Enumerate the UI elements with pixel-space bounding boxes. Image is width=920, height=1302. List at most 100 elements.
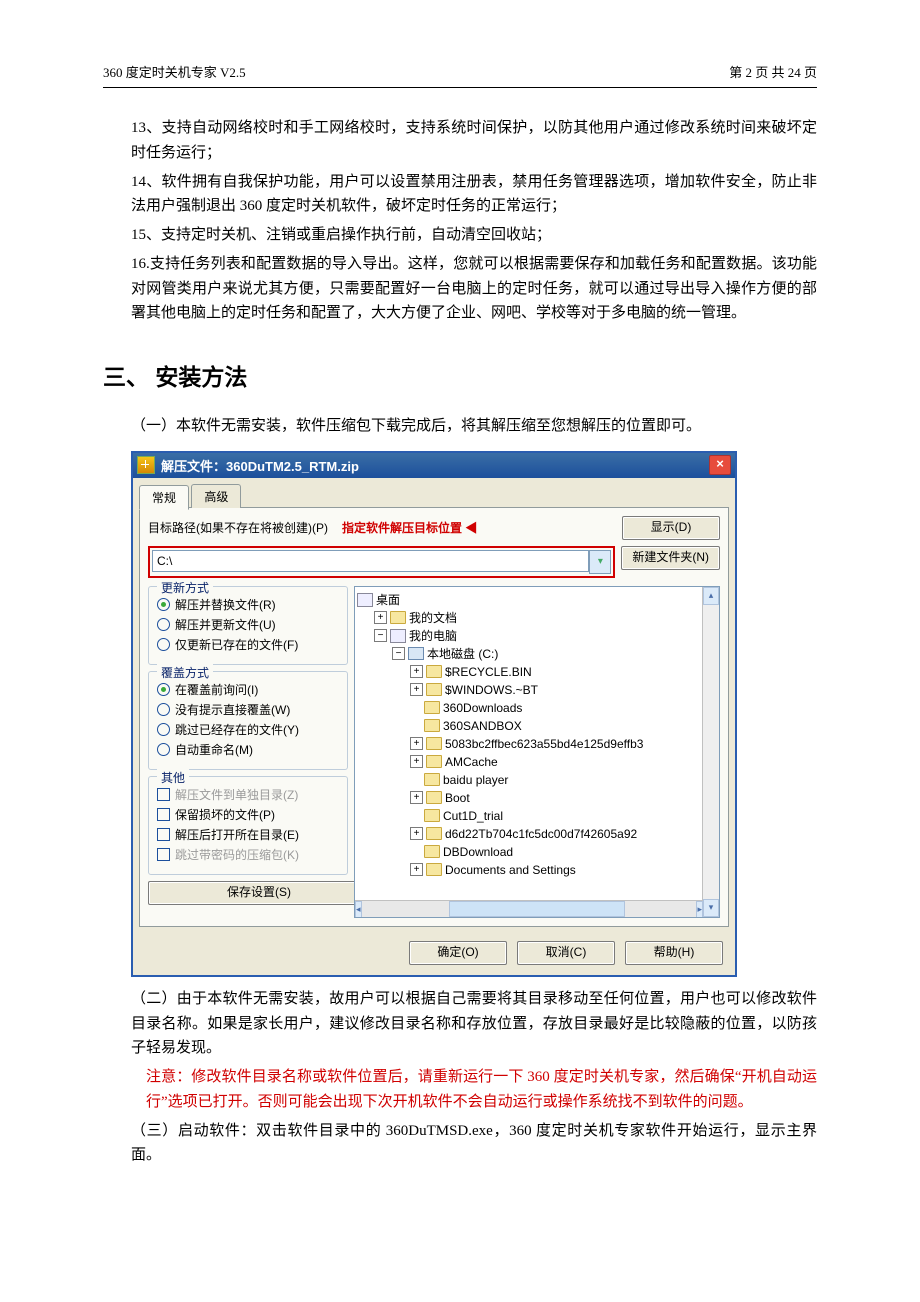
- tree-item[interactable]: 5083bc2ffbec623a55bd4e125d9effb3: [445, 735, 643, 753]
- folder-icon: [424, 809, 440, 822]
- scroll-thumb[interactable]: [449, 901, 625, 917]
- folder-tree[interactable]: 桌面 +我的文档 −我的电脑 −本地磁盘 (C:) +$RECYCLE.BIN …: [354, 586, 720, 918]
- path-highlight-box: ▾: [148, 546, 615, 578]
- save-settings-button[interactable]: 保存设置(S): [148, 881, 370, 905]
- radio-icon: [157, 743, 170, 756]
- tree-item[interactable]: d6d22Tb704c1fc5dc00d7f42605a92: [445, 825, 637, 843]
- path-label: 目标路径(如果不存在将被创建)(P): [148, 519, 328, 536]
- drive-icon: [408, 647, 424, 660]
- check-skip-password[interactable]: 跳过带密码的压缩包(K): [157, 846, 339, 863]
- help-button[interactable]: 帮助(H): [625, 941, 723, 965]
- folder-icon: [390, 611, 406, 624]
- computer-icon: [390, 629, 406, 643]
- folder-icon: [426, 827, 442, 840]
- radio-icon: [157, 618, 170, 631]
- checkbox-icon: [157, 828, 170, 841]
- radio-ask-overwrite[interactable]: 在覆盖前询问(I): [157, 681, 339, 698]
- folder-icon: [426, 755, 442, 768]
- expand-icon[interactable]: +: [410, 791, 423, 804]
- radio-overwrite-noprompt[interactable]: 没有提示直接覆盖(W): [157, 701, 339, 718]
- radio-icon: [157, 723, 170, 736]
- radio-auto-rename[interactable]: 自动重命名(M): [157, 741, 339, 758]
- radio-skip-existing[interactable]: 跳过已经存在的文件(Y): [157, 721, 339, 738]
- tab-general[interactable]: 常规: [139, 485, 189, 510]
- dialog-title: 解压文件：360DuTM2.5_RTM.zip: [161, 456, 359, 475]
- show-button[interactable]: 显示(D): [622, 516, 720, 540]
- horizontal-scrollbar[interactable]: ◂ ▸: [355, 900, 703, 917]
- tab-advanced[interactable]: 高级: [191, 484, 241, 508]
- expand-icon[interactable]: +: [410, 683, 423, 696]
- page-header: 360 度定时关机专家 V2.5 第 2 页 共 24 页: [103, 62, 817, 88]
- folder-icon: [426, 737, 442, 750]
- checkbox-icon: [157, 788, 170, 801]
- collapse-icon[interactable]: −: [374, 629, 387, 642]
- extract-dialog: 解压文件：360DuTM2.5_RTM.zip × 常规 高级 目标路径(如果不…: [131, 451, 737, 977]
- ok-button[interactable]: 确定(O): [409, 941, 507, 965]
- tree-item[interactable]: DBDownload: [443, 843, 513, 861]
- tree-item[interactable]: Documents and Settings: [445, 861, 576, 879]
- radio-icon: [157, 638, 170, 651]
- folder-icon: [424, 719, 440, 732]
- scroll-up-button[interactable]: ▴: [703, 587, 719, 605]
- scroll-right-button[interactable]: ▸: [696, 901, 703, 918]
- radio-extract-replace[interactable]: 解压并替换文件(R): [157, 596, 339, 613]
- radio-update-existing[interactable]: 仅更新已存在的文件(F): [157, 636, 339, 653]
- folder-icon: [426, 683, 442, 696]
- tree-desktop[interactable]: 桌面: [376, 591, 400, 609]
- folder-icon: [426, 791, 442, 804]
- path-dropdown-button[interactable]: ▾: [589, 550, 611, 574]
- expand-icon[interactable]: +: [410, 863, 423, 876]
- paragraph-15: 15、支持定时关机、注销或重启操作执行前，自动清空回收站；: [131, 223, 817, 248]
- expand-icon[interactable]: +: [410, 827, 423, 840]
- scroll-left-button[interactable]: ◂: [355, 901, 362, 918]
- vertical-scrollbar[interactable]: ▴ ▾: [702, 587, 719, 917]
- paragraph-14: 14、软件拥有自我保护功能，用户可以设置禁用注册表，禁用任务管理器选项，增加软件…: [131, 170, 817, 220]
- close-button[interactable]: ×: [709, 455, 731, 475]
- tree-drive[interactable]: 本地磁盘 (C:): [427, 645, 498, 663]
- expand-icon[interactable]: +: [410, 665, 423, 678]
- radio-icon: [157, 703, 170, 716]
- archive-icon: [137, 456, 155, 474]
- annotation-text: 指定软件解压目标位置 ◀: [342, 519, 477, 536]
- expand-icon[interactable]: +: [410, 737, 423, 750]
- folder-icon: [426, 863, 442, 876]
- group-title-overwrite: 覆盖方式: [157, 664, 213, 681]
- folder-icon: [424, 773, 440, 786]
- scroll-down-button[interactable]: ▾: [703, 899, 719, 917]
- paragraph-13: 13、支持自动网络校时和手工网络校时，支持系统时间保护，以防其他用户通过修改系统…: [131, 116, 817, 166]
- tree-item[interactable]: 360SANDBOX: [443, 717, 522, 735]
- group-title-other: 其他: [157, 769, 189, 786]
- tree-mypc[interactable]: 我的电脑: [409, 627, 457, 645]
- expand-icon[interactable]: +: [374, 611, 387, 624]
- dialog-titlebar[interactable]: 解压文件：360DuTM2.5_RTM.zip ×: [133, 453, 735, 478]
- header-left: 360 度定时关机专家 V2.5: [103, 62, 246, 81]
- path-input[interactable]: [152, 550, 589, 572]
- tree-item[interactable]: $WINDOWS.~BT: [445, 681, 538, 699]
- tab-row: 常规 高级: [133, 478, 735, 507]
- cancel-button[interactable]: 取消(C): [517, 941, 615, 965]
- tree-item[interactable]: Cut1D_trial: [443, 807, 503, 825]
- group-update-mode: 更新方式 解压并替换文件(R) 解压并更新文件(U) 仅更新已存在的文件(F): [148, 586, 348, 665]
- group-overwrite-mode: 覆盖方式 在覆盖前询问(I) 没有提示直接覆盖(W) 跳过已经存在的文件(Y) …: [148, 671, 348, 770]
- section-heading-install: 三、 安装方法: [103, 358, 817, 392]
- tree-item[interactable]: 360Downloads: [443, 699, 522, 717]
- tree-mydocs[interactable]: 我的文档: [409, 609, 457, 627]
- tree-item[interactable]: Boot: [445, 789, 470, 807]
- check-open-after[interactable]: 解压后打开所在目录(E): [157, 826, 339, 843]
- step-1: （一）本软件无需安装，软件压缩包下载完成后，将其解压缩至您想解压的位置即可。: [131, 414, 817, 439]
- check-keep-broken[interactable]: 保留损坏的文件(P): [157, 806, 339, 823]
- check-separate-folder[interactable]: 解压文件到单独目录(Z): [157, 786, 339, 803]
- tree-item[interactable]: AMCache: [445, 753, 498, 771]
- radio-extract-update[interactable]: 解压并更新文件(U): [157, 616, 339, 633]
- expand-icon[interactable]: +: [410, 755, 423, 768]
- step-2: （二）由于本软件无需安装，故用户可以根据自己需要将其目录移动至任何位置，用户也可…: [131, 987, 817, 1061]
- new-folder-button[interactable]: 新建文件夹(N): [621, 546, 720, 570]
- warning-note: 注意：修改软件目录名称或软件位置后，请重新运行一下 360 度定时关机专家，然后…: [131, 1065, 817, 1115]
- scroll-track[interactable]: [703, 605, 719, 899]
- radio-icon: [157, 598, 170, 611]
- header-right: 第 2 页 共 24 页: [729, 62, 817, 81]
- tree-item[interactable]: baidu player: [443, 771, 508, 789]
- desktop-icon: [357, 593, 373, 607]
- collapse-icon[interactable]: −: [392, 647, 405, 660]
- tree-item[interactable]: $RECYCLE.BIN: [445, 663, 532, 681]
